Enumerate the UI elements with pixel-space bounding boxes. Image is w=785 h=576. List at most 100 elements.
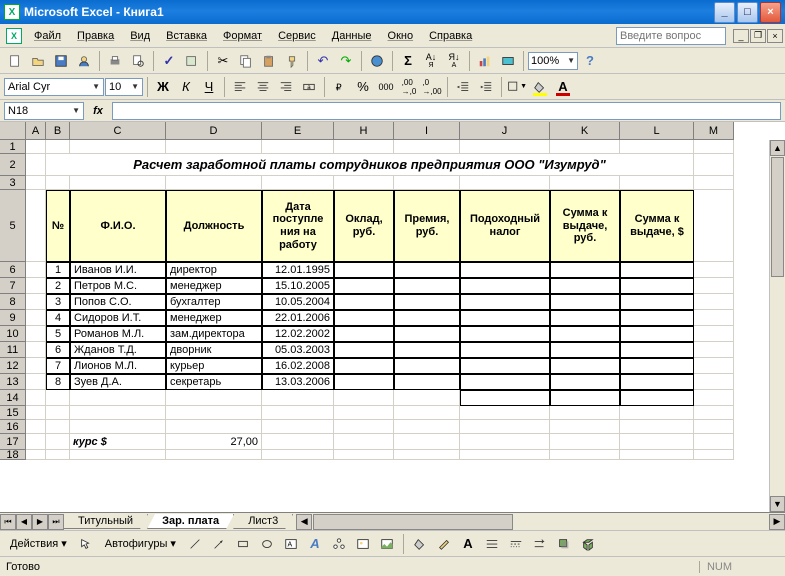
cell[interactable] [334, 294, 394, 310]
cell[interactable] [262, 390, 334, 406]
insert-function-button[interactable]: fx [88, 102, 108, 120]
cell[interactable] [620, 420, 694, 434]
cell[interactable] [334, 278, 394, 294]
print-preview-button[interactable] [127, 50, 149, 72]
cell[interactable] [70, 390, 166, 406]
arrow-style-button[interactable] [529, 533, 551, 555]
cell[interactable] [620, 326, 694, 342]
cell[interactable] [26, 176, 46, 190]
cell[interactable] [620, 176, 694, 190]
increase-decimal-button[interactable]: ,00→,0 [398, 76, 420, 98]
row-header-13[interactable]: 13 [0, 374, 26, 390]
cell[interactable] [460, 450, 550, 460]
cell[interactable] [394, 278, 460, 294]
cell[interactable] [26, 140, 46, 154]
row-header-2[interactable]: 2 [0, 154, 26, 176]
table-header[interactable]: Дата поступле ния на работу [262, 190, 334, 262]
cell[interactable] [70, 176, 166, 190]
cell[interactable] [26, 342, 46, 358]
row-header-15[interactable]: 15 [0, 406, 26, 420]
cell[interactable] [394, 434, 460, 450]
name-box[interactable]: N18▼ [4, 102, 84, 120]
cell[interactable] [694, 278, 734, 294]
sort-desc-button[interactable]: Я↓А [443, 50, 465, 72]
drawing-toolbar-button[interactable] [497, 50, 519, 72]
comma-button[interactable]: 000 [375, 76, 397, 98]
cell[interactable] [394, 310, 460, 326]
hyperlink-button[interactable] [366, 50, 388, 72]
insert-picture-button[interactable] [376, 533, 398, 555]
cell[interactable] [26, 450, 46, 460]
cell[interactable] [26, 310, 46, 326]
cell[interactable] [460, 434, 550, 450]
undo-button[interactable]: ↶ [312, 50, 334, 72]
cell[interactable] [550, 262, 620, 278]
menu-вставка[interactable]: Вставка [158, 27, 215, 45]
row-header-6[interactable]: 6 [0, 262, 26, 278]
cell[interactable] [70, 420, 166, 434]
tab-first-button[interactable]: ⏮ [0, 514, 16, 530]
chart-wizard-button[interactable] [474, 50, 496, 72]
column-header-J[interactable]: J [460, 122, 550, 140]
cell[interactable] [620, 294, 694, 310]
align-left-button[interactable] [229, 76, 251, 98]
cell[interactable] [694, 176, 734, 190]
row-header-16[interactable]: 16 [0, 420, 26, 434]
print-button[interactable] [104, 50, 126, 72]
cell[interactable] [550, 294, 620, 310]
spelling-button[interactable]: ✓ [158, 50, 180, 72]
row-header-12[interactable]: 12 [0, 358, 26, 374]
cell[interactable]: 22.01.2006 [262, 310, 334, 326]
formula-input[interactable] [112, 102, 781, 120]
cell[interactable] [550, 342, 620, 358]
paste-button[interactable] [258, 50, 280, 72]
cell[interactable] [460, 374, 550, 390]
cell[interactable] [334, 140, 394, 154]
column-header-H[interactable]: H [334, 122, 394, 140]
cell[interactable] [550, 434, 620, 450]
cell[interactable] [620, 390, 694, 406]
decrease-decimal-button[interactable]: ,0→,00 [421, 76, 443, 98]
cell[interactable] [46, 420, 70, 434]
cell[interactable] [26, 190, 46, 262]
cell[interactable] [46, 406, 70, 420]
cell[interactable]: Попов С.О. [70, 294, 166, 310]
cell[interactable] [620, 406, 694, 420]
wordart-button[interactable]: A [304, 533, 326, 555]
table-header[interactable]: Подоходный налог [460, 190, 550, 262]
cell[interactable] [334, 326, 394, 342]
cell[interactable] [550, 406, 620, 420]
cell[interactable] [694, 374, 734, 390]
cell[interactable] [46, 434, 70, 450]
cell[interactable] [394, 326, 460, 342]
row-header-8[interactable]: 8 [0, 294, 26, 310]
cell[interactable]: 3 [46, 294, 70, 310]
cell[interactable] [26, 294, 46, 310]
cell[interactable] [620, 342, 694, 358]
cell[interactable] [620, 374, 694, 390]
cell[interactable] [694, 434, 734, 450]
cell[interactable] [46, 450, 70, 460]
merge-center-button[interactable]: a [298, 76, 320, 98]
cell[interactable] [620, 310, 694, 326]
cell[interactable] [166, 390, 262, 406]
cell[interactable] [620, 262, 694, 278]
cell[interactable] [166, 406, 262, 420]
tab-last-button[interactable]: ⏭ [48, 514, 64, 530]
sort-asc-button[interactable]: А↓Я [420, 50, 442, 72]
cell[interactable] [262, 140, 334, 154]
cell[interactable] [460, 342, 550, 358]
cell[interactable] [460, 262, 550, 278]
italic-button[interactable]: К [175, 76, 197, 98]
diagram-button[interactable] [328, 533, 350, 555]
zoom-dropdown[interactable]: 100%▼ [528, 52, 578, 70]
align-right-button[interactable] [275, 76, 297, 98]
row-header-5[interactable]: 5 [0, 190, 26, 262]
cell[interactable]: 12.01.1995 [262, 262, 334, 278]
column-header-B[interactable]: B [46, 122, 70, 140]
bold-button[interactable]: Ж [152, 76, 174, 98]
cell[interactable] [620, 450, 694, 460]
textbox-button[interactable]: A [280, 533, 302, 555]
cell[interactable] [46, 140, 70, 154]
workbook-icon[interactable]: X [6, 28, 22, 44]
